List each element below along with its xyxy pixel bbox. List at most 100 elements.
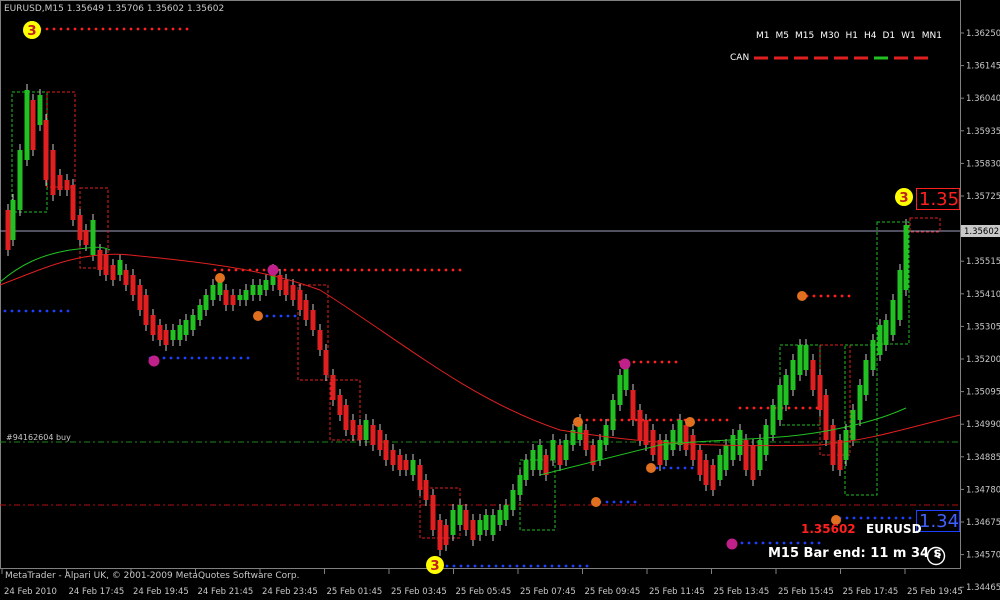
timeframe-h1[interactable]: H1: [845, 31, 858, 41]
can-label: CAN: [730, 53, 750, 63]
swing-point-orange: [646, 463, 656, 473]
candle: [737, 424, 743, 461]
candle: [843, 424, 849, 466]
swing-point-magenta: [148, 355, 160, 367]
timeframe-h4[interactable]: H4: [864, 31, 877, 41]
swing-point-orange: [685, 417, 695, 427]
resistance-dots: [578, 418, 729, 422]
candle: [163, 324, 169, 351]
candle: [523, 454, 529, 486]
timeframe-m5[interactable]: M5: [776, 31, 790, 41]
candle: [470, 514, 476, 546]
candle: [517, 469, 523, 501]
timeframe-d1[interactable]: D1: [882, 31, 895, 41]
candle: [483, 509, 489, 536]
candle: [97, 244, 103, 276]
candle: [110, 259, 116, 286]
candle: [143, 289, 149, 331]
candle: [557, 439, 563, 471]
candle: [830, 419, 836, 471]
candle: [510, 484, 516, 516]
timeframe-m1[interactable]: M1: [756, 31, 770, 41]
candle: [317, 324, 323, 356]
timeframe-m30[interactable]: M30: [820, 31, 839, 41]
candle: [537, 439, 543, 476]
price-tick-label: 1.34465: [966, 583, 1000, 593]
candle: [723, 439, 729, 476]
price-tick-label: 1.34885: [966, 453, 1000, 463]
candle: [703, 454, 709, 491]
candle: [290, 279, 296, 306]
time-tick-label: 25 Feb 07:45: [520, 587, 576, 597]
candle: [857, 379, 863, 426]
candle: [503, 499, 509, 526]
candle: [450, 504, 456, 541]
time-tick-label: 25 Feb 15:45: [778, 587, 834, 597]
svg-text:3: 3: [430, 558, 439, 574]
price-tick-label: 1.34780: [966, 485, 1000, 495]
candle: [203, 289, 209, 316]
price-tick-label: 1.34570: [966, 551, 1000, 561]
price-tick-label: 1.36040: [966, 94, 1000, 104]
candle: [717, 449, 723, 486]
price-tick-label: 1.35725: [966, 192, 1000, 202]
candle: [310, 304, 316, 336]
time-tick-label: 25 Feb 13:45: [714, 587, 770, 597]
timeframe-m15[interactable]: M15: [795, 31, 814, 41]
candle: [530, 444, 536, 476]
candle: [437, 514, 443, 556]
time-tick-label: 25 Feb 05:45: [456, 587, 512, 597]
candle: [443, 519, 449, 551]
candle: [603, 419, 609, 451]
symbol-timeframe: EURUSD,M15: [4, 4, 64, 14]
info-price: 1.35602: [801, 522, 856, 536]
candle: [157, 319, 163, 346]
candle: [730, 429, 736, 466]
high-level-label: 1.35: [916, 188, 960, 210]
candle: [543, 449, 549, 481]
candle: [130, 269, 136, 301]
chart-header: EURUSD,M15 1.35649 1.35706 1.35602 1.356…: [4, 4, 224, 14]
candle: [190, 309, 196, 336]
price-tick-label: 1.35515: [966, 257, 1000, 267]
chart-frame: [0, 0, 961, 569]
candle: [637, 404, 643, 446]
candle: [777, 379, 783, 426]
candle: [650, 424, 656, 461]
support-dots: [838, 516, 912, 520]
candle: [690, 429, 696, 466]
price-chart[interactable]: 3 3 3 1.36250 1.36145 1.36040 1.35935 1.35830 1…: [0, 0, 1000, 600]
candle: [877, 319, 883, 361]
candle: [630, 384, 636, 426]
candle: [783, 369, 789, 411]
candle: [223, 284, 229, 311]
candle: [383, 434, 389, 466]
candle: [43, 114, 49, 186]
ohlc-values: 1.35649 1.35706 1.35602 1.35602: [66, 4, 225, 14]
timeframe-mn1[interactable]: MN1: [922, 31, 942, 41]
candle: [897, 264, 903, 326]
candle: [583, 424, 589, 456]
support-dots: [648, 466, 701, 470]
moving-average-red: [0, 253, 961, 447]
timeframe-w1[interactable]: W1: [901, 31, 916, 41]
candle: [657, 434, 663, 471]
candle: [597, 434, 603, 466]
candle: [610, 394, 616, 436]
price-tick-label: 1.35830: [966, 159, 1000, 169]
time-tick-label: 24 Feb 19:45: [133, 587, 189, 597]
support-dots: [733, 541, 821, 545]
candle: [390, 444, 396, 471]
order-label[interactable]: #94162604 buy: [6, 433, 71, 442]
candle: [277, 269, 283, 296]
candle: [90, 214, 96, 261]
candle: [357, 419, 363, 446]
candle: [863, 354, 869, 401]
swing-point-orange: [591, 497, 601, 507]
candle: [283, 274, 289, 301]
swing-point-orange: [215, 273, 225, 283]
resistance-dots: [38, 27, 189, 31]
candle: [563, 434, 569, 466]
candle: [757, 434, 763, 476]
candle: [5, 204, 11, 256]
